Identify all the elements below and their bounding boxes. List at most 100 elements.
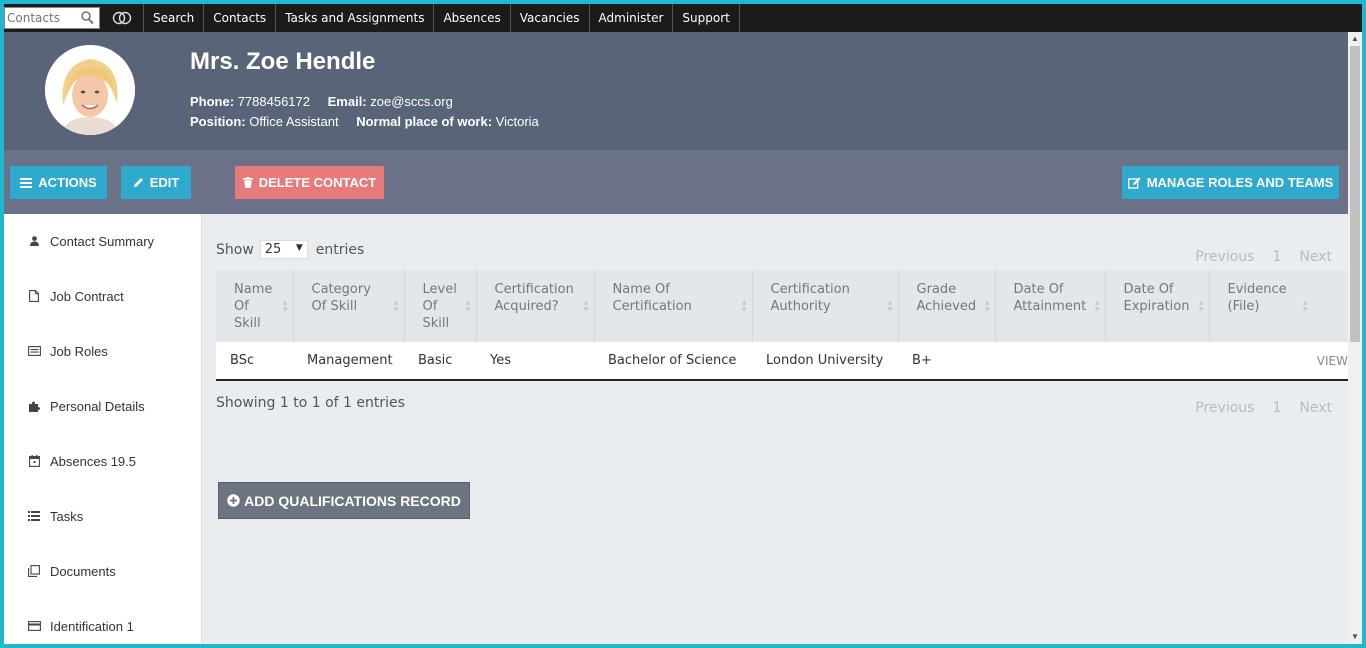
column-header-evidence-file[interactable]: Evidence (File) ▲ ▼ bbox=[1209, 270, 1348, 342]
nav-contacts[interactable]: Contacts bbox=[204, 4, 277, 32]
column-header-category-of-skill[interactable]: Category Of Skill ▲ ▼ bbox=[293, 270, 405, 342]
scroll-thumb[interactable] bbox=[1350, 46, 1360, 342]
position-value: Office Assistant bbox=[249, 114, 339, 129]
actions-button[interactable]: ACTIONS bbox=[10, 166, 107, 199]
trash-icon bbox=[242, 177, 253, 188]
list-icon bbox=[22, 511, 46, 521]
plus-circle-icon bbox=[227, 494, 240, 507]
table-cell: Basic bbox=[404, 342, 476, 381]
column-header-grade-achieved[interactable]: Grade Achieved ▲ ▼ bbox=[898, 270, 996, 342]
column-header-text: Certification bbox=[494, 282, 574, 297]
page-1-button[interactable]: 1 bbox=[1272, 249, 1281, 265]
sidebar-item-label: Job Roles bbox=[50, 343, 108, 359]
column-header-date-of-expiration[interactable]: Date Of Expiration ▲ ▼ bbox=[1105, 270, 1210, 342]
page-1-button[interactable]: 1 bbox=[1272, 400, 1281, 416]
sidebar-item-personal-details[interactable]: Personal Details bbox=[4, 391, 202, 421]
sidebar-item-label: Tasks bbox=[50, 508, 84, 524]
table-cell: Yes bbox=[476, 342, 594, 381]
sidebar-item-identification[interactable]: Identification 1 bbox=[4, 611, 202, 641]
page-length-control: Show 25 ▼ entries bbox=[216, 240, 364, 259]
delete-contact-button[interactable]: DELETE CONTACT bbox=[235, 166, 384, 199]
column-header-date-of-attainment[interactable]: Date Of Attainment ▲ ▼ bbox=[995, 270, 1106, 342]
nav-support[interactable]: Support bbox=[673, 4, 740, 32]
email-value: zoe@sccs.org bbox=[370, 94, 453, 109]
qualifications-table: Name Of Skill ▲ ▼ Category Of Skill ▲ ▼ Le… bbox=[216, 270, 1348, 381]
phone-label: Phone: bbox=[190, 94, 235, 109]
sidebar-item-absences[interactable]: Absences 19.5 bbox=[4, 446, 202, 476]
column-header-certification-authority[interactable]: Certification Authority ▲ ▼ bbox=[752, 270, 899, 342]
next-page-button[interactable]: Next bbox=[1299, 249, 1332, 265]
contact-info-line-1: Phone: 7788456172 Email: zoe@sccs.org bbox=[190, 94, 453, 109]
sidebar-item-tasks[interactable]: Tasks bbox=[4, 501, 202, 531]
sidebar-item-label: Job Contract bbox=[50, 288, 124, 304]
show-label: Show bbox=[216, 241, 254, 258]
nav-search[interactable]: Search bbox=[144, 4, 205, 32]
next-page-button[interactable]: Next bbox=[1299, 400, 1332, 416]
column-header-text: Of Skill bbox=[311, 299, 358, 314]
scroll-up-arrow-icon[interactable]: ▲ bbox=[1351, 34, 1359, 43]
sidebar-item-documents[interactable]: Documents bbox=[4, 556, 202, 586]
column-header-text: Expiration bbox=[1123, 299, 1190, 314]
position-label: Position: bbox=[190, 114, 246, 129]
sidebar-item-contact-summary[interactable]: Contact Summary bbox=[4, 226, 202, 256]
sort-icon: ▲ ▼ bbox=[465, 299, 471, 313]
table-row: BSc Management Basic Yes Bachelor of Sci… bbox=[216, 342, 1348, 381]
qualifications-table-container: Name Of Skill ▲ ▼ Category Of Skill ▲ ▼ Le… bbox=[216, 270, 1348, 382]
pencil-icon bbox=[133, 177, 144, 188]
sidebar-item-job-roles[interactable]: Job Roles bbox=[4, 336, 202, 366]
delete-contact-button-label: DELETE CONTACT bbox=[258, 175, 377, 190]
column-header-text: Name bbox=[234, 282, 273, 297]
sidebar-item-label: Personal Details bbox=[50, 398, 145, 414]
previous-page-button[interactable]: Previous bbox=[1195, 249, 1254, 265]
column-header-text: (File) bbox=[1227, 299, 1260, 314]
column-header-name-of-skill[interactable]: Name Of Skill ▲ ▼ bbox=[216, 270, 294, 342]
table-cell: Management bbox=[293, 342, 404, 381]
add-qualifications-record-button[interactable]: ADD QUALIFICATIONS RECORD bbox=[218, 482, 470, 519]
sidebar-item-job-contract[interactable]: Job Contract bbox=[4, 281, 202, 311]
sidebar-item-label: Absences 19.5 bbox=[50, 453, 137, 469]
search-icon[interactable] bbox=[81, 11, 94, 28]
file-icon bbox=[22, 290, 46, 302]
avatar bbox=[45, 45, 135, 135]
contact-info-line-2: Position: Office Assistant Normal place … bbox=[190, 114, 539, 129]
user-icon bbox=[22, 236, 46, 246]
page-length-select[interactable]: 25 ▼ bbox=[259, 240, 308, 259]
nav-tasks-and-assignments[interactable]: Tasks and Assignments bbox=[276, 4, 435, 32]
top-navigation: Search Contacts Tasks and Assignments Ab… bbox=[4, 4, 1362, 32]
column-header-certification-acquired[interactable]: Certification Acquired? ▲ ▼ bbox=[476, 270, 595, 342]
sort-icon: ▲ ▼ bbox=[1302, 299, 1308, 313]
main-content: Show 25 ▼ entries Previous 1 Next Name O… bbox=[202, 214, 1348, 644]
app-frame: Search Contacts Tasks and Assignments Ab… bbox=[4, 4, 1362, 644]
column-header-text: Name Of bbox=[612, 282, 670, 297]
sort-icon: ▲ ▼ bbox=[282, 299, 288, 313]
sidebar-item-label: Identification 1 bbox=[50, 618, 134, 634]
previous-page-button[interactable]: Previous bbox=[1195, 400, 1254, 416]
workplace-label: Normal place of work: bbox=[356, 114, 493, 129]
nav-administer[interactable]: Administer bbox=[590, 4, 674, 32]
column-header-text: Certification bbox=[612, 299, 692, 314]
edit-button-label: EDIT bbox=[149, 175, 180, 190]
table-cell: BSc bbox=[216, 342, 293, 381]
page-scrollbar[interactable]: ▲ ▼ bbox=[1348, 32, 1362, 644]
manage-roles-and-teams-button[interactable]: MANAGE ROLES AND TEAMS bbox=[1122, 166, 1339, 199]
actions-button-label: ACTIONS bbox=[38, 175, 97, 190]
scroll-down-arrow-icon[interactable]: ▼ bbox=[1351, 632, 1359, 641]
view-link[interactable]: VIEW bbox=[1317, 354, 1348, 368]
logo-icon[interactable] bbox=[100, 4, 144, 32]
column-header-level-of-skill[interactable]: Level Of Skill ▲ ▼ bbox=[404, 270, 477, 342]
pagination-top: Previous 1 Next bbox=[1177, 249, 1332, 265]
calendar-icon bbox=[22, 455, 46, 467]
add-qualifications-record-label: ADD QUALIFICATIONS RECORD bbox=[244, 492, 461, 509]
edit-button[interactable]: EDIT bbox=[121, 166, 191, 199]
nav-absences[interactable]: Absences bbox=[434, 4, 511, 32]
sidebar-item-label: Contact Summary bbox=[50, 233, 155, 249]
column-header-name-of-certification[interactable]: Name Of Certification ▲ ▼ bbox=[594, 270, 753, 342]
column-header-text: Date Of bbox=[1123, 282, 1174, 297]
manage-roles-and-teams-button-label: MANAGE ROLES AND TEAMS bbox=[1146, 175, 1334, 190]
menu-icon bbox=[20, 177, 33, 188]
column-header-text: Evidence bbox=[1227, 282, 1287, 297]
nav-vacancies[interactable]: Vacancies bbox=[511, 4, 590, 32]
contact-name: Mrs. Zoe Hendle bbox=[190, 48, 376, 75]
sort-icon: ▲ ▼ bbox=[984, 299, 990, 313]
email-label: Email: bbox=[327, 94, 367, 109]
